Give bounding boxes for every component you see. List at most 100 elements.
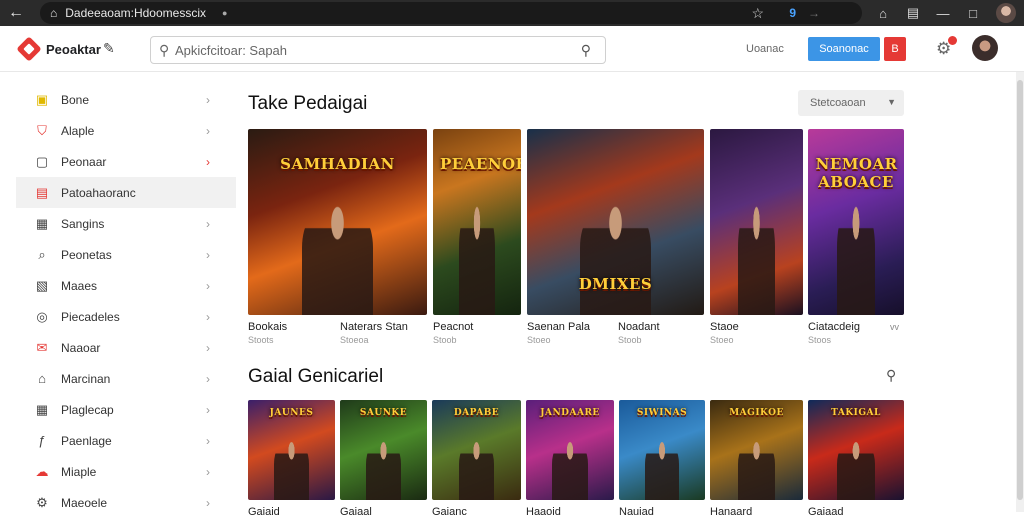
brand-name[interactable]: Peoaktar [46, 42, 101, 57]
sidebar-item[interactable]: ⌂ Marcinan › [0, 363, 236, 394]
game-name[interactable]: Saenan Pala [527, 321, 590, 333]
window-icon[interactable]: ▤ [898, 5, 928, 21]
square-icon: ▢ [35, 153, 49, 169]
sidebar-item[interactable]: ⛉ Alaple › [0, 115, 236, 146]
game-title-art: SAUNKE [359, 408, 408, 418]
building-icon: ⌂ [38, 371, 46, 386]
gear-circle-icon: ⚙ [36, 494, 48, 510]
sort-dropdown[interactable]: Stetcoaoan ▼ [798, 90, 904, 116]
game-cover-image[interactable]: MAGIKOE [710, 400, 803, 500]
section-search-icon[interactable]: ⚲ [886, 367, 896, 384]
game-cover-image[interactable]: JAUNES [248, 400, 335, 500]
game-card[interactable]: JANDAARE [526, 400, 614, 500]
chevron-right-icon: › [206, 340, 210, 355]
back-arrow-icon[interactable]: ← [0, 0, 32, 26]
sidebar-item[interactable]: ⌕ Peonetas › [0, 239, 236, 270]
game-name[interactable]: Hanaard [710, 506, 752, 518]
search-submit-icon[interactable]: ⚲ [581, 42, 591, 59]
sidebar-item[interactable]: ◎ Piecadeles › [0, 301, 236, 332]
game-name[interactable]: Ciatacdeig [808, 321, 860, 333]
pencil-icon[interactable]: ✎ [103, 40, 115, 57]
game-cover-image[interactable]: PEAENOH [433, 129, 521, 315]
game-name[interactable]: Gaianc [432, 506, 467, 518]
game-cover-image[interactable]: DAPABE [432, 400, 521, 500]
game-name[interactable]: Bookais [248, 321, 287, 333]
game-card[interactable]: TAKIGAL [808, 400, 904, 500]
chevron-right-icon: › [206, 433, 210, 448]
game-card[interactable]: JAUNES [248, 400, 335, 500]
mail-icon: ✉ [36, 339, 48, 355]
search-icon: ⌕ [38, 246, 46, 262]
profile-avatar[interactable] [996, 3, 1016, 23]
game-name[interactable]: Naterars Stan [340, 321, 408, 333]
game-card[interactable]: SIWINAS [619, 400, 705, 500]
more-chevron-icon[interactable]: vv [890, 322, 899, 332]
notification-dot [948, 36, 958, 45]
game-cover-image[interactable]: NEMOAR ABOACE [808, 129, 904, 315]
sidebar-item[interactable]: ▧ Maaes › [0, 270, 236, 301]
game-cover-image[interactable]: JANDAARE [526, 400, 614, 500]
game-name[interactable]: Gaiaad [808, 506, 843, 518]
search-input[interactable] [175, 42, 555, 58]
game-cover-image[interactable]: TAKIGAL [808, 400, 904, 500]
game-card[interactable]: NEMOAR ABOACE [808, 129, 904, 315]
app-header: Peoaktar ✎ ⚲ ⚲ Uoanac Soanonac B ⚙ [0, 26, 1024, 72]
game-title-art: DMIXES [578, 274, 653, 293]
search-bar[interactable]: ⚲ ⚲ [150, 36, 606, 64]
sidebar-item[interactable]: ▢ Peonaar › [0, 146, 236, 177]
game-name[interactable]: Gaiaid [248, 506, 280, 518]
user-avatar[interactable] [972, 35, 998, 61]
sidebar-item[interactable]: ⚙ Maeoele › [0, 487, 236, 518]
sidebar-item[interactable]: ▣ Bone › [0, 84, 236, 115]
sidebar-item[interactable]: ▤ Patoahaoranc [16, 177, 236, 208]
home-icon[interactable]: ⌂ [50, 6, 57, 20]
game-cover-image[interactable]: DMIXES [527, 129, 704, 315]
game-cover-image[interactable]: SAMHADIAN [248, 129, 427, 315]
game-name[interactable]: Gaiaal [340, 506, 372, 518]
star-icon[interactable]: ☆ [751, 5, 764, 22]
calendar-icon: ▦ [35, 215, 49, 231]
address-bar[interactable]: ⌂ Dadeeaoam:Hdoomesscix ● ☆ 9 → [40, 2, 862, 24]
game-card[interactable] [710, 129, 803, 315]
character-figure [644, 440, 680, 500]
section-title-featured: Take Pedaigai [248, 93, 368, 114]
sidebar-item[interactable]: ƒ Paenlage › [0, 425, 236, 456]
chevron-right-icon: › [206, 309, 210, 324]
maximize-icon[interactable]: □ [958, 6, 988, 21]
extension-icon[interactable]: 9 [789, 6, 796, 20]
sidebar-item[interactable]: ▦ Plaglecap › [0, 394, 236, 425]
game-card[interactable]: PEAENOH [433, 129, 521, 315]
game-card[interactable]: DAPABE [432, 400, 521, 500]
character-figure [836, 440, 876, 500]
game-card[interactable]: SAMHADIAN [248, 129, 427, 315]
header-link[interactable]: Uoanac [746, 43, 784, 55]
game-name[interactable]: Nauiad [619, 506, 654, 518]
game-name[interactable]: Noadant [618, 321, 660, 333]
character-figure [737, 203, 776, 315]
sidebar-item[interactable]: ✉ Naaoar › [0, 332, 236, 363]
minimize-icon[interactable]: — [928, 6, 958, 21]
forward-arrow-icon[interactable]: → [808, 6, 820, 20]
game-name[interactable]: Staoe [710, 321, 739, 333]
game-card[interactable]: MAGIKOE [710, 400, 803, 500]
home-icon: ▣ [35, 91, 49, 107]
game-cover-image[interactable]: SAUNKE [340, 400, 427, 500]
character-figure [737, 440, 776, 500]
brand-logo-icon[interactable] [16, 36, 42, 62]
game-name[interactable]: Peacnot [433, 321, 473, 333]
scrollbar-thumb[interactable] [1017, 80, 1023, 500]
sidebar-item[interactable]: ▦ Sangins › [0, 208, 236, 239]
primary-button[interactable]: Soanonac [808, 37, 880, 61]
record-icon: ◎ [36, 308, 48, 324]
game-cover-image[interactable] [710, 129, 803, 315]
sidebar-item-label: Sangins [61, 216, 105, 231]
game-cover-image[interactable]: SIWINAS [619, 400, 705, 500]
red-action-button[interactable]: B [884, 37, 906, 61]
game-card[interactable]: DMIXES [527, 129, 704, 315]
game-name[interactable]: Haaoid [526, 506, 561, 518]
bookmark-icon[interactable]: ⌂ [868, 6, 898, 21]
sidebar-item[interactable]: ☁ Miaple › [0, 456, 236, 487]
settings-gear-icon[interactable]: ⚙ [936, 36, 958, 59]
chevron-right-icon: › [206, 278, 210, 293]
game-card[interactable]: SAUNKE [340, 400, 427, 500]
